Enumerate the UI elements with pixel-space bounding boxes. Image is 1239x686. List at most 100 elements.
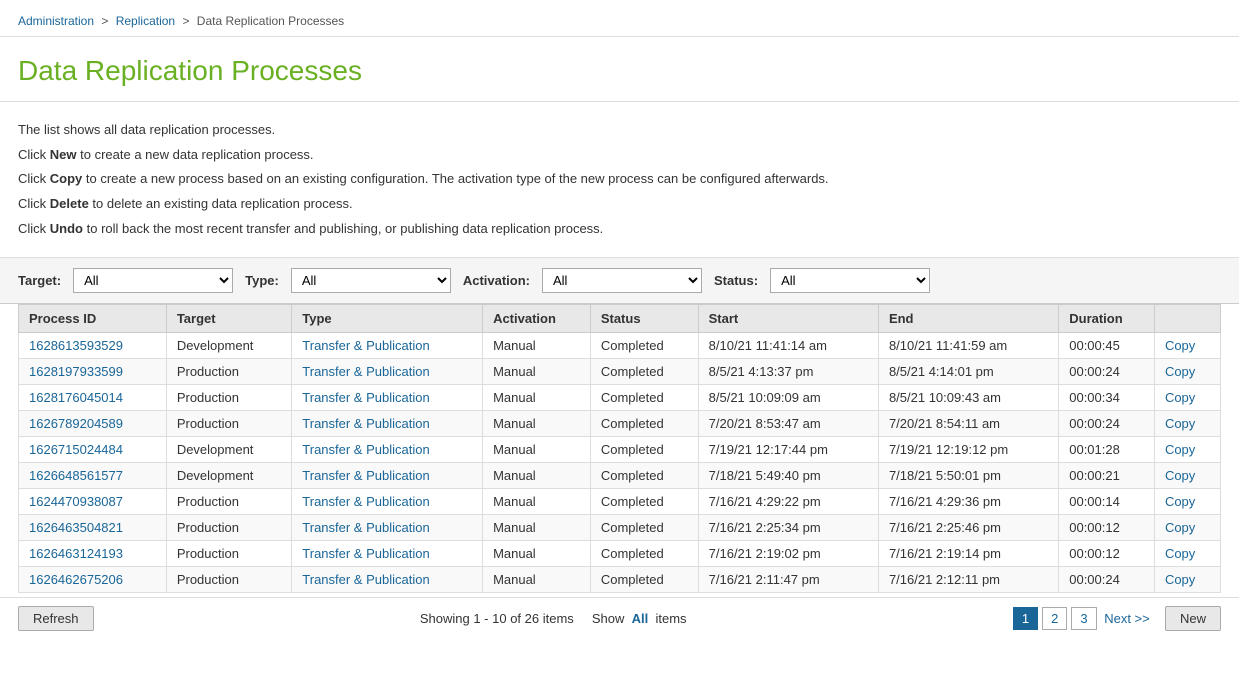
cell-target: Production: [166, 489, 291, 515]
page-title: Data Replication Processes: [18, 55, 1221, 87]
cell-process-id: 1626462675206: [19, 567, 167, 593]
new-button[interactable]: New: [1165, 606, 1221, 631]
cell-status: Completed: [590, 567, 698, 593]
type-link[interactable]: Transfer & Publication: [302, 520, 429, 535]
cell-duration: 00:01:28: [1059, 437, 1155, 463]
desc-line4: Click Delete to delete an existing data …: [18, 192, 1221, 217]
cell-duration: 00:00:14: [1059, 489, 1155, 515]
table-row: 1626715024484 Development Transfer & Pub…: [19, 437, 1221, 463]
cell-end: 7/20/21 8:54:11 am: [878, 411, 1058, 437]
pagination-3[interactable]: 3: [1071, 607, 1096, 630]
type-link[interactable]: Transfer & Publication: [302, 390, 429, 405]
cell-duration: 00:00:21: [1059, 463, 1155, 489]
cell-start: 8/10/21 11:41:14 am: [698, 333, 878, 359]
table-body: 1628613593529 Development Transfer & Pub…: [19, 333, 1221, 593]
items-label: items: [656, 611, 687, 626]
copy-link[interactable]: Copy: [1165, 416, 1195, 431]
table-row: 1628197933599 Production Transfer & Publ…: [19, 359, 1221, 385]
type-link[interactable]: Transfer & Publication: [302, 338, 429, 353]
table-row: 1628613593529 Development Transfer & Pub…: [19, 333, 1221, 359]
cell-start: 7/18/21 5:49:40 pm: [698, 463, 878, 489]
cell-status: Completed: [590, 437, 698, 463]
process-id-link[interactable]: 1626463124193: [29, 546, 123, 561]
col-target: Target: [166, 305, 291, 333]
type-link[interactable]: Transfer & Publication: [302, 572, 429, 587]
pagination-2[interactable]: 2: [1042, 607, 1067, 630]
cell-type: Transfer & Publication: [292, 437, 483, 463]
pagination-current[interactable]: 1: [1013, 607, 1038, 630]
footer-right: 1 2 3 Next >> New: [1013, 606, 1221, 631]
showing-mid: of: [507, 611, 525, 626]
cell-target: Production: [166, 385, 291, 411]
cell-status: Completed: [590, 541, 698, 567]
cell-duration: 00:00:12: [1059, 515, 1155, 541]
refresh-button[interactable]: Refresh: [18, 606, 94, 631]
pagination-next[interactable]: Next >>: [1101, 611, 1150, 626]
cell-start: 7/16/21 2:11:47 pm: [698, 567, 878, 593]
cell-start: 7/16/21 4:29:22 pm: [698, 489, 878, 515]
type-link[interactable]: Transfer & Publication: [302, 546, 429, 561]
process-id-link[interactable]: 1628613593529: [29, 338, 123, 353]
type-link[interactable]: Transfer & Publication: [302, 442, 429, 457]
table-row: 1626648561577 Development Transfer & Pub…: [19, 463, 1221, 489]
col-duration: Duration: [1059, 305, 1155, 333]
cell-activation: Manual: [483, 437, 591, 463]
process-id-link[interactable]: 1626648561577: [29, 468, 123, 483]
process-id-link[interactable]: 1624470938087: [29, 494, 123, 509]
type-link[interactable]: Transfer & Publication: [302, 494, 429, 509]
process-id-link[interactable]: 1628176045014: [29, 390, 123, 405]
process-id-link[interactable]: 1626462675206: [29, 572, 123, 587]
cell-start: 7/20/21 8:53:47 am: [698, 411, 878, 437]
breadcrumb-admin-link[interactable]: Administration: [18, 14, 94, 28]
cell-activation: Manual: [483, 567, 591, 593]
process-id-link[interactable]: 1626789204589: [29, 416, 123, 431]
table-header: Process ID Target Type Activation Status…: [19, 305, 1221, 333]
type-filter-select[interactable]: All: [291, 268, 451, 293]
copy-link[interactable]: Copy: [1165, 364, 1195, 379]
copy-link[interactable]: Copy: [1165, 338, 1195, 353]
target-filter-select[interactable]: All: [73, 268, 233, 293]
cell-type: Transfer & Publication: [292, 567, 483, 593]
copy-link[interactable]: Copy: [1165, 390, 1195, 405]
cell-duration: 00:00:24: [1059, 567, 1155, 593]
activation-filter-label: Activation:: [463, 273, 530, 288]
cell-start: 7/16/21 2:19:02 pm: [698, 541, 878, 567]
show-label: Show: [592, 611, 625, 626]
copy-link[interactable]: Copy: [1165, 572, 1195, 587]
cell-target: Production: [166, 541, 291, 567]
cell-type: Transfer & Publication: [292, 489, 483, 515]
cell-type: Transfer & Publication: [292, 359, 483, 385]
cell-end: 7/16/21 2:19:14 pm: [878, 541, 1058, 567]
col-activation: Activation: [483, 305, 591, 333]
process-id-link[interactable]: 1628197933599: [29, 364, 123, 379]
desc-line1: The list shows all data replication proc…: [18, 118, 1221, 143]
cell-status: Completed: [590, 385, 698, 411]
cell-status: Completed: [590, 515, 698, 541]
table-row: 1624470938087 Production Transfer & Publ…: [19, 489, 1221, 515]
desc-line3-post: to create a new process based on an exis…: [82, 171, 828, 186]
status-filter-select[interactable]: All: [770, 268, 930, 293]
type-link[interactable]: Transfer & Publication: [302, 364, 429, 379]
cell-copy: Copy: [1154, 359, 1220, 385]
col-process-id: Process ID: [19, 305, 167, 333]
breadcrumb-replication-link[interactable]: Replication: [116, 14, 175, 28]
cell-status: Completed: [590, 489, 698, 515]
cell-target: Production: [166, 411, 291, 437]
breadcrumb-sep1: >: [101, 14, 111, 28]
copy-link[interactable]: Copy: [1165, 494, 1195, 509]
process-id-link[interactable]: 1626463504821: [29, 520, 123, 535]
copy-link[interactable]: Copy: [1165, 546, 1195, 561]
activation-filter-select[interactable]: All: [542, 268, 702, 293]
copy-link[interactable]: Copy: [1165, 468, 1195, 483]
process-id-link[interactable]: 1626715024484: [29, 442, 123, 457]
show-all-link[interactable]: All: [632, 611, 649, 626]
type-link[interactable]: Transfer & Publication: [302, 416, 429, 431]
showing-post: items: [539, 611, 574, 626]
type-link[interactable]: Transfer & Publication: [302, 468, 429, 483]
cell-activation: Manual: [483, 489, 591, 515]
copy-link[interactable]: Copy: [1165, 442, 1195, 457]
cell-activation: Manual: [483, 463, 591, 489]
cell-target: Development: [166, 333, 291, 359]
cell-copy: Copy: [1154, 541, 1220, 567]
copy-link[interactable]: Copy: [1165, 520, 1195, 535]
